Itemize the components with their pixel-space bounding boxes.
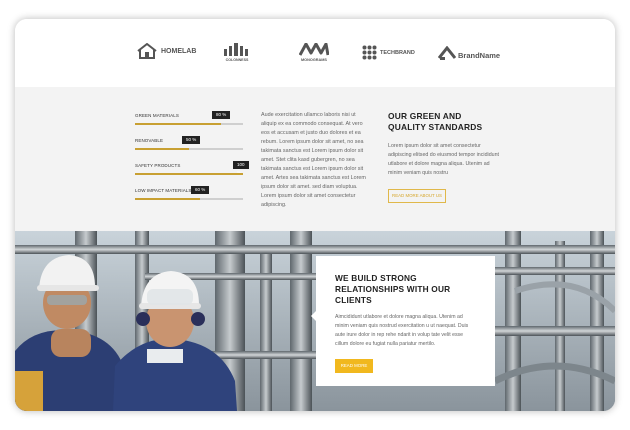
skill-fill (135, 173, 243, 175)
skill-track (135, 148, 243, 150)
stats-section: GREEN MATERIALS 80 % RENOVABLE 50 % SAFE… (15, 87, 615, 231)
workers-photo-section: WE BUILD STRONG RELATIONSHIPS WITH OUR C… (15, 231, 615, 411)
skill-track (135, 173, 243, 175)
logo-techbrand[interactable]: TECHBRAND (362, 45, 415, 60)
skill-fill (135, 123, 222, 125)
logo-techbrand-text: TECHBRAND (380, 49, 415, 56)
monogram-icon (299, 43, 329, 56)
read-more-about-us-button[interactable]: READ MORE ABOUT US (388, 189, 446, 203)
relationships-card: WE BUILD STRONG RELATIONSHIPS WITH OUR C… (311, 256, 495, 386)
screenshot-frame: HOMELAB COLONNESS MONOGRAMS TECHBRAND Br… (15, 19, 615, 411)
skill-bars: GREEN MATERIALS 80 % RENOVABLE 50 % SAFE… (135, 111, 249, 211)
skill-label: LOW IMPACT MATERIALS (135, 188, 192, 193)
skill-percent-badge: 100 % (233, 161, 249, 175)
skill-fill (135, 148, 189, 150)
skill-percent-badge: 60 % (191, 186, 210, 194)
columns-icon (224, 43, 248, 56)
skill-bar-renovable: RENOVABLE 50 % (135, 136, 245, 161)
skill-fill (135, 198, 200, 200)
dots-grid-icon (362, 45, 377, 60)
logo-monograms[interactable]: MONOGRAMS (299, 43, 329, 62)
card-text: Aimcididunt utlabore et dolore magna ali… (335, 314, 469, 347)
skill-label: GREEN MATERIALS (135, 113, 179, 118)
industrial-workers-image (15, 231, 615, 411)
skill-label: RENOVABLE (135, 138, 164, 143)
card-heading: WE BUILD STRONG RELATIONSHIPS WITH OUR C… (335, 273, 451, 305)
body-paragraph: Aude exercitation ullamco laboris nisi u… (261, 112, 366, 208)
roof-icon (438, 45, 456, 60)
logo-colonness[interactable]: COLONNESS (223, 43, 251, 62)
skill-track (135, 123, 243, 125)
logo-homelab-text: HOMELAB (161, 47, 197, 55)
logo-homelab[interactable]: HOMELAB (136, 43, 196, 59)
skill-track (135, 198, 243, 200)
skill-label: SAFETY PRODUCTS (135, 163, 181, 168)
logo-brandname-text: BrandName (458, 51, 501, 60)
skill-percent-badge: 50 % (182, 136, 201, 144)
read-more-button[interactable]: READ MORE (335, 359, 373, 373)
quality-text: Lorem ipsum dolor sit amet consectetur a… (388, 143, 500, 176)
skill-bar-low-impact: LOW IMPACT MATERIALS 60 % (135, 186, 245, 211)
quality-heading: OUR GREEN AND QUALITY STANDARDS (388, 111, 483, 132)
logo-colonness-text: COLONNESS (225, 58, 249, 62)
quality-block: OUR GREEN AND QUALITY STANDARDS Lorem ip… (388, 111, 500, 203)
logo-monograms-text: MONOGRAMS (301, 58, 327, 62)
card-pointer (311, 311, 316, 321)
skill-bar-green-materials: GREEN MATERIALS 80 % (135, 111, 245, 136)
client-logos-strip: HOMELAB COLONNESS MONOGRAMS TECHBRAND Br… (15, 19, 615, 87)
skill-percent-badge: 80 % (212, 111, 231, 119)
house-icon (137, 43, 157, 59)
skill-bar-safety-products: SAFETY PRODUCTS 100 % (135, 161, 249, 186)
logo-brandname[interactable]: BrandName (438, 45, 500, 60)
